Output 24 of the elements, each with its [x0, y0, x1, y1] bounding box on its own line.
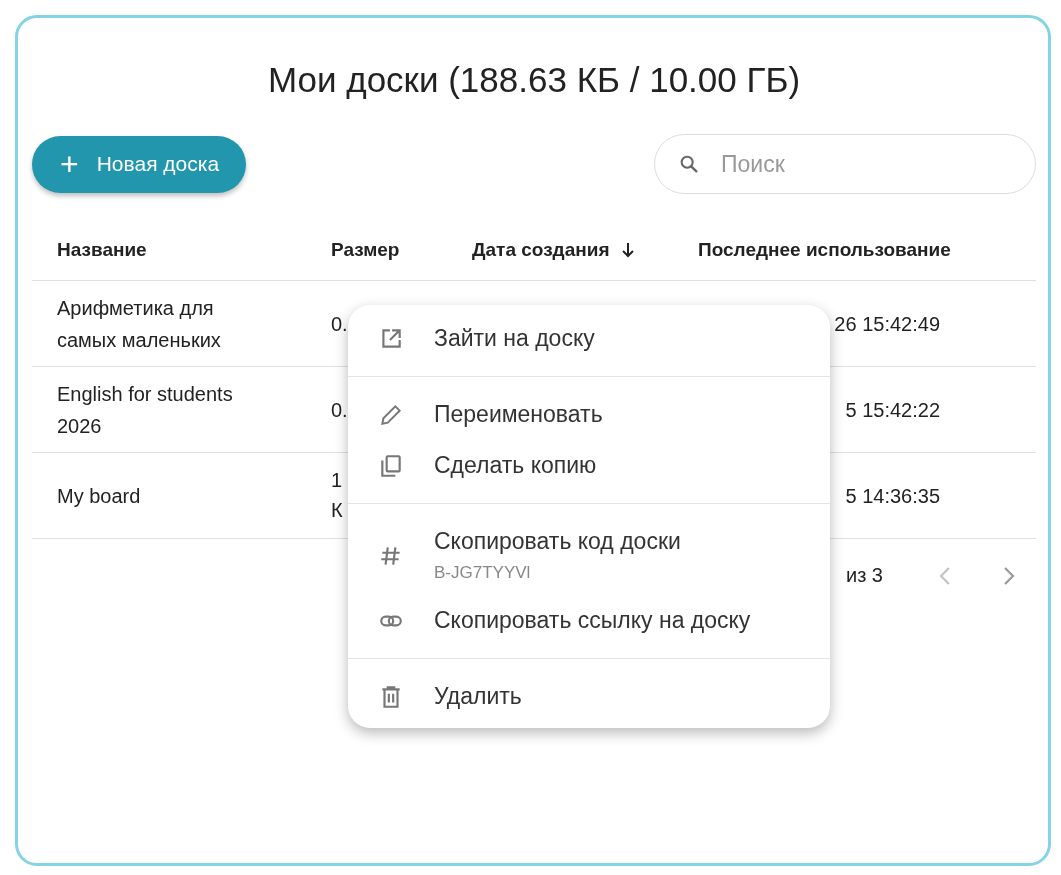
- menu-item[interactable]: Удалить: [348, 671, 830, 722]
- copy-icon: [378, 452, 404, 479]
- column-header[interactable]: Размер: [331, 234, 400, 266]
- menu-item[interactable]: Скопировать код доски B-JG7TYYVl: [348, 516, 830, 595]
- board-name: English for students 2026: [57, 381, 234, 439]
- column-header[interactable]: Дата создания: [472, 234, 636, 266]
- column-header[interactable]: Последнее использование: [698, 234, 951, 266]
- page-title: Мои доски (188.63 КБ / 10.00 ГБ): [266, 59, 802, 101]
- last-used-date: 5 15:42:22: [845, 398, 940, 421]
- board-size: 0.: [331, 397, 349, 423]
- board-size: 0.: [331, 311, 349, 337]
- menu-item[interactable]: Скопировать ссылку на доску: [348, 595, 830, 646]
- column-header[interactable]: Название: [57, 234, 147, 266]
- menu-item[interactable]: Переименовать: [348, 389, 830, 440]
- search-field[interactable]: Поиск: [654, 134, 1036, 194]
- menu-item[interactable]: Сделать копию: [348, 440, 830, 491]
- last-used-date: 26 15:42:49: [834, 312, 940, 335]
- menu-item[interactable]: Зайти на доску: [348, 313, 830, 364]
- board-name: Арифметика для самых маленьких: [57, 295, 222, 353]
- board-name: My board: [57, 483, 142, 509]
- page-range: из 3: [845, 564, 883, 587]
- board-size: 1 К: [331, 468, 344, 523]
- last-used-date: 5 14:36:35: [845, 484, 940, 507]
- next-page-icon[interactable]: [1002, 564, 1016, 587]
